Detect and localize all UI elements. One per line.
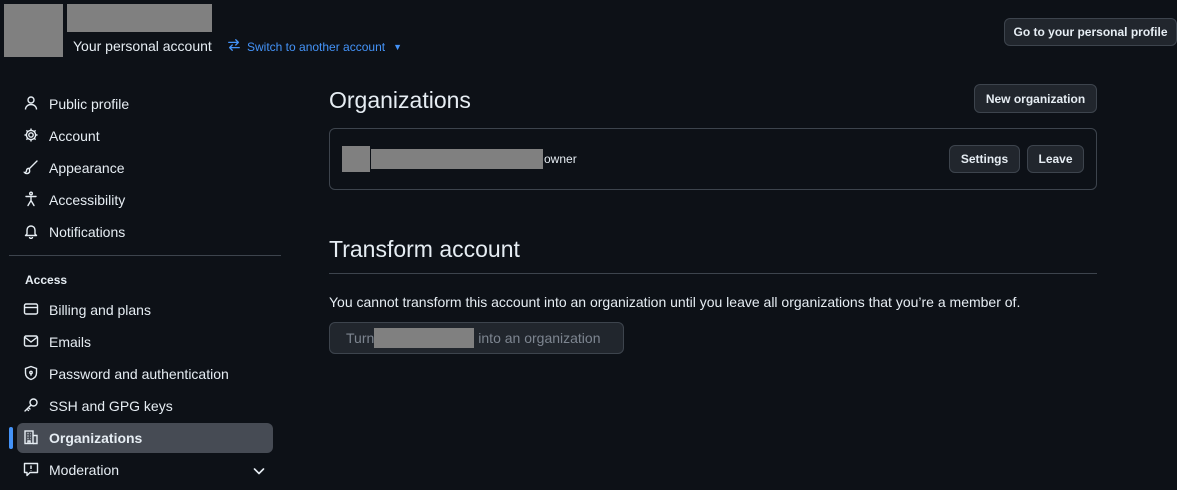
sidebar-item-label: SSH and GPG keys	[49, 398, 173, 414]
sidebar-item-accessibility[interactable]: Accessibility	[17, 185, 273, 215]
credit-card-icon	[23, 301, 39, 320]
turn-prefix: Turn	[346, 330, 375, 346]
section-divider	[329, 273, 1097, 274]
sidebar-item-label: Account	[49, 128, 100, 144]
sidebar-divider	[9, 255, 281, 256]
sidebar-item-account[interactable]: Account	[17, 121, 273, 151]
org-avatar[interactable]	[342, 146, 370, 172]
account-name-redacted	[374, 328, 475, 348]
mail-icon	[23, 333, 39, 352]
gear-icon	[23, 127, 39, 146]
transform-account-heading: Transform account	[329, 236, 520, 262]
sidebar-item-label: Emails	[49, 334, 92, 350]
arrow-switch-icon	[227, 38, 241, 55]
go-to-profile-button[interactable]: Go to your personal profile	[1004, 18, 1177, 46]
switch-account-label: Switch to another account	[247, 39, 386, 54]
key-icon	[23, 397, 39, 416]
chevron-down-icon[interactable]	[251, 463, 265, 477]
accessibility-icon	[23, 191, 39, 210]
shield-lock-icon	[23, 365, 39, 384]
organizations-heading: Organizations	[329, 87, 471, 113]
sidebar-item-label: Moderation	[49, 462, 120, 478]
sidebar-item-ssh-gpg[interactable]: SSH and GPG keys	[17, 391, 273, 421]
sidebar-item-organizations[interactable]: Organizations	[17, 423, 273, 453]
sidebar-item-emails[interactable]: Emails	[17, 327, 273, 357]
org-settings-button[interactable]: Settings	[949, 145, 1020, 173]
sidebar-item-label: Public profile	[49, 96, 130, 112]
sidebar-item-label: Password and authentication	[49, 366, 229, 382]
sidebar-item-password[interactable]: Password and authentication	[17, 359, 273, 389]
sidebar-item-moderation[interactable]: Moderation	[17, 455, 273, 485]
organization-row: owner Settings Leave	[329, 128, 1097, 190]
sidebar-item-label: Appearance	[49, 160, 125, 176]
sidebar-item-appearance[interactable]: Appearance	[17, 153, 273, 183]
new-organization-button[interactable]: New organization	[974, 84, 1097, 113]
caret-down-icon: ▼	[393, 41, 403, 52]
sidebar-item-label: Billing and plans	[49, 302, 151, 318]
sidebar-item-label: Notifications	[49, 224, 126, 240]
organization-icon	[23, 429, 39, 448]
username-redacted	[67, 4, 212, 32]
sidebar-item-public-profile[interactable]: Public profile	[17, 89, 273, 119]
avatar[interactable]	[4, 4, 63, 57]
report-icon	[23, 461, 39, 480]
sidebar-item-notifications[interactable]: Notifications	[17, 217, 273, 247]
org-name-redacted[interactable]	[371, 149, 543, 169]
turn-into-org-button[interactable]: Turn into an organization	[329, 322, 624, 354]
sidebar-item-billing[interactable]: Billing and plans	[17, 295, 273, 325]
active-indicator	[9, 427, 13, 449]
turn-suffix: into an organization	[478, 330, 601, 346]
paintbrush-icon	[23, 159, 39, 178]
switch-account-link[interactable]: Switch to another account ▼	[227, 38, 402, 55]
transform-note: You cannot transform this account into a…	[329, 294, 1021, 310]
settings-page: Your personal account Switch to another …	[0, 0, 1177, 490]
org-role: owner	[544, 152, 577, 166]
leave-org-button[interactable]: Leave	[1027, 145, 1084, 173]
person-icon	[23, 95, 39, 114]
sidebar-section-access: Access	[25, 273, 68, 287]
bell-icon	[23, 223, 39, 242]
account-label: Your personal account	[73, 38, 212, 54]
sidebar-item-label: Accessibility	[49, 192, 126, 208]
sidebar-item-label: Organizations	[49, 430, 143, 446]
